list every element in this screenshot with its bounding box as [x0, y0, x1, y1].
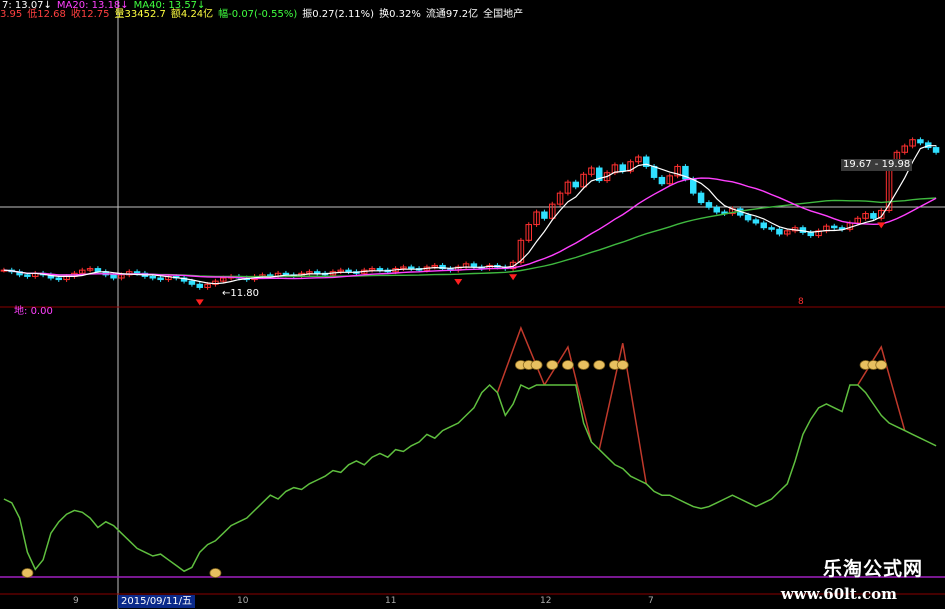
candle-body [376, 268, 384, 271]
low-price-label: ←11.80 [222, 288, 260, 299]
top-signal [530, 360, 543, 370]
candle-body [760, 222, 767, 229]
candle-body [196, 283, 203, 288]
header-field: 低12.68 [27, 9, 66, 20]
ma40-line [3, 197, 937, 278]
candle-body [713, 206, 720, 213]
x-tick-label: 11 [385, 596, 397, 606]
header-field: 流通97.2亿 [425, 9, 479, 20]
indicator-panel [3, 325, 937, 578]
indicator-name: 地: [14, 306, 28, 317]
indicator-label: 地: 0.00 [4, 306, 53, 318]
candle-body [776, 228, 783, 235]
top-signal [593, 360, 606, 370]
x-tick-label: 9 [73, 596, 79, 606]
candle-body [744, 214, 752, 221]
peak-spike [857, 345, 906, 431]
header-field: 振0.27(2.11%) [302, 9, 375, 20]
header-quote-row: 3.95 低12.68 收12.75 量33452.7 额4.24亿 幅-0.07(-0.… [0, 9, 528, 21]
peak-marker-label: 8 [798, 297, 804, 307]
candle-body [94, 268, 102, 273]
buy-marker [509, 274, 518, 281]
candle-body [870, 213, 877, 219]
oscillator-line [3, 383, 937, 573]
ma20-line [3, 177, 937, 280]
candle-body [658, 176, 666, 185]
ma5-line [3, 145, 937, 285]
candle-body [541, 211, 548, 219]
indicator-value: 0.00 [30, 306, 53, 317]
candle-body [314, 271, 321, 274]
header-field: 额4.24亿 [170, 9, 214, 20]
header-field: 全国地产 [483, 9, 524, 20]
top-signal [546, 360, 559, 370]
candle-body [188, 280, 196, 285]
candle-body [650, 165, 658, 178]
x-tick-label: 7 [648, 596, 654, 606]
candle-body [752, 219, 760, 224]
header-field: 3.95 [0, 9, 23, 20]
x-tick-label: 12 [540, 596, 552, 606]
bottom-signal [21, 568, 34, 578]
top-signal [562, 360, 574, 370]
candle-body [55, 277, 62, 281]
top-signal [577, 360, 590, 370]
header-field: 幅-0.07(-0.55%) [218, 9, 298, 20]
candle-body [807, 231, 814, 237]
bottom-signal [209, 568, 222, 578]
header-field: 量33452.7 [114, 9, 166, 20]
price-range-label: 19.67 - 19.98 [841, 159, 913, 171]
top-signal [616, 360, 629, 370]
buy-marker [877, 222, 886, 229]
candle-body [133, 271, 141, 274]
candle-body [917, 139, 924, 144]
candle-body [619, 164, 626, 172]
header-field: 收12.75 [70, 9, 110, 20]
candle-body [408, 266, 415, 270]
candle-body [768, 227, 775, 230]
header-field: 换0.32% [379, 9, 421, 20]
crosshair-date: 2015/09/11/五 [118, 595, 196, 608]
buy-marker [454, 279, 463, 285]
candle-body [157, 277, 164, 281]
candle-body [705, 202, 713, 208]
top-signal [875, 360, 888, 370]
candle-body [345, 269, 352, 273]
candle-body [110, 274, 117, 279]
candle-body [24, 274, 31, 277]
candle-body [697, 192, 705, 204]
candle-body [572, 181, 579, 188]
x-tick-label: 10 [237, 596, 249, 606]
sell-marker [195, 299, 204, 306]
candle-body [149, 275, 156, 279]
candle-body [470, 263, 478, 268]
candle-body [932, 147, 940, 153]
candle-body [831, 225, 838, 229]
watermark-name: 乐淘公式网 [822, 558, 923, 580]
watermark-url: www.60lt.com [780, 585, 897, 603]
price-panel [0, 137, 940, 306]
